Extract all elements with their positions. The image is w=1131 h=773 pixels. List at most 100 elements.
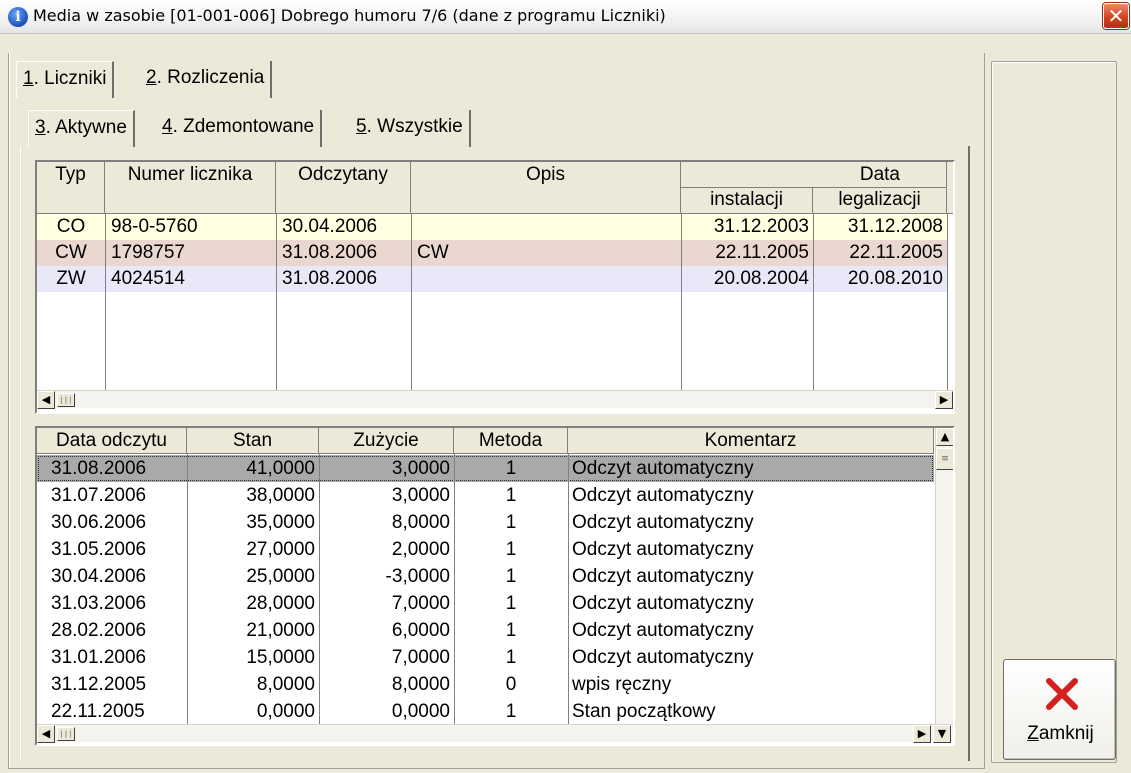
cell-data: 30.04.2006: [51, 566, 147, 587]
close-icon: ✕: [1107, 4, 1125, 28]
scroll-right-icon[interactable]: ▶: [913, 725, 931, 743]
scroll-left-icon[interactable]: ◀: [37, 725, 55, 743]
cell-opis: [411, 268, 681, 290]
tab-rozliczenia[interactable]: 2. Rozliczenia: [140, 61, 273, 98]
scroll-right-icon[interactable]: ▶: [935, 391, 953, 409]
cell-komentarz: Odczyt automatyczny: [572, 485, 754, 506]
reading-row[interactable]: 31.01.2006 15,0000 7,0000 1 Odczyt automatyc…: [37, 644, 934, 671]
cell-zuzycie: 8,0000: [391, 674, 450, 695]
reading-row[interactable]: 31.03.2006 28,0000 7,0000 1 Odczyt automatyc…: [37, 590, 934, 617]
cell-data: 31.01.2006: [51, 647, 147, 668]
cell-odczytany: 30.04.2006: [282, 216, 378, 237]
window-close-button[interactable]: ✕: [1103, 3, 1129, 29]
cell-stan: 35,0000: [246, 512, 315, 533]
cell-data: 31.05.2006: [51, 539, 147, 560]
column-header-typ[interactable]: Typ: [37, 162, 105, 214]
scroll-left-icon[interactable]: ◀: [37, 391, 55, 409]
info-icon: i: [8, 7, 28, 27]
tab-liczniki[interactable]: 1. Liczniki: [16, 61, 115, 98]
cell-metoda: 1: [505, 485, 517, 506]
scroll-thumb[interactable]: |||: [57, 727, 75, 741]
tab-wszystkie-hotkey: 5: [356, 116, 367, 137]
x-icon: [1046, 678, 1078, 710]
cell-zuzycie: 0,0000: [391, 701, 450, 722]
column-divider: [276, 214, 277, 390]
cell-metoda: 1: [505, 593, 517, 614]
tab-rozliczenia-label: . Rozliczenia: [156, 67, 265, 88]
cell-stan: 25,0000: [246, 566, 315, 587]
column-header-metoda[interactable]: Metoda: [454, 428, 568, 454]
title-bar: i Media w zasobie [01-001-006] Dobrego h…: [0, 0, 1131, 34]
cell-typ: ZW: [56, 268, 86, 289]
tab-aktywne-hotkey: 3: [35, 117, 46, 138]
cell-zuzycie: 7,0000: [391, 593, 450, 614]
cell-numer: 98-0-5760: [111, 216, 198, 237]
reading-row[interactable]: 31.07.2006 38,0000 3,0000 1 Odczyt automatyc…: [37, 482, 934, 509]
close-button-hotkey: Z: [1027, 723, 1039, 744]
tab-aktywne[interactable]: 3. Aktywne: [28, 110, 135, 147]
close-button-text: amknij: [1038, 723, 1094, 744]
column-header-data-odczytu[interactable]: Data odczytu: [37, 428, 187, 454]
cell-metoda: 1: [505, 701, 517, 722]
cell-komentarz: Odczyt automatyczny: [572, 647, 754, 668]
readings-hscrollbar[interactable]: ◀ ||| ▶ ▼: [37, 724, 953, 743]
tab-wszystkie[interactable]: 5. Wszystkie: [350, 110, 471, 147]
cell-opis: [411, 216, 681, 238]
close-button[interactable]: Zamknij: [1003, 659, 1116, 760]
cell-komentarz: Odczyt automatyczny: [572, 512, 754, 533]
close-button-label: Zamknij: [1004, 723, 1117, 745]
readings-table: Data odczytu Stan Zużycie Metoda Komenta…: [35, 426, 955, 746]
scroll-thumb[interactable]: |||: [57, 393, 75, 407]
vertical-scroll-thumb[interactable]: ≡: [936, 448, 953, 470]
cell-stan: 27,0000: [246, 539, 315, 560]
readings-vscrollbar[interactable]: ▲ ≡: [935, 428, 953, 724]
meter-row[interactable]: CO 98-0-5760 30.04.2006 31.12.2003 31.12.200…: [37, 214, 947, 240]
scroll-up-icon[interactable]: ▲: [936, 428, 953, 446]
tab-liczniki-label: . Liczniki: [33, 68, 107, 89]
cell-stan: 15,0000: [246, 647, 315, 668]
column-divider: [319, 454, 320, 724]
meter-row[interactable]: CW 1798757 31.08.2006 CW 22.11.2005 22.11.200…: [37, 240, 947, 266]
tab-zdemontowane[interactable]: 4. Zdemontowane: [156, 110, 323, 147]
cell-numer: 4024514: [111, 268, 185, 289]
meter-row[interactable]: ZW 4024514 31.08.2006 20.08.2004 20.08.2010: [37, 266, 947, 292]
reading-row[interactable]: 28.02.2006 21,0000 6,0000 1 Odczyt automatyc…: [37, 617, 934, 644]
meters-hscrollbar[interactable]: ◀ ||| ▶: [37, 390, 953, 409]
cell-odczytany: 31.08.2006: [282, 242, 378, 263]
column-header-stan[interactable]: Stan: [187, 428, 319, 454]
column-divider: [411, 214, 412, 390]
reading-row[interactable]: 31.05.2006 27,0000 2,0000 1 Odczyt automatyc…: [37, 536, 934, 563]
reading-row[interactable]: 31.08.2006 41,0000 3,0000 1 Odczyt automatyc…: [37, 455, 934, 482]
cell-metoda: 1: [505, 512, 517, 533]
cell-data: 30.06.2006: [51, 512, 147, 533]
column-header-zuzycie[interactable]: Zużycie: [319, 428, 454, 454]
column-header-legalizacji[interactable]: legalizacji: [813, 188, 947, 214]
reading-row[interactable]: 30.04.2006 25,0000 -3,0000 1 Odczyt automaty…: [37, 563, 934, 590]
cell-instalacji: 31.12.2003: [713, 216, 809, 237]
reading-row[interactable]: 31.12.2005 8,0000 8,0000 0 wpis ręczny: [37, 671, 934, 698]
cell-zuzycie: 3,0000: [391, 458, 450, 479]
cell-komentarz: Stan początkowy: [572, 701, 716, 722]
reading-row[interactable]: 30.06.2006 35,0000 8,0000 1 Odczyt automatyc…: [37, 509, 934, 536]
reading-row[interactable]: 22.11.2005 0,0000 0,0000 1 Stan początkowy: [37, 698, 934, 725]
cell-opis: CW: [417, 242, 449, 263]
tab-rozliczenia-hotkey: 2: [146, 67, 157, 88]
column-header-komentarz[interactable]: Komentarz: [568, 428, 934, 454]
cell-metoda: 1: [505, 647, 517, 668]
cell-komentarz: wpis ręczny: [572, 674, 672, 695]
column-header-odczytany[interactable]: Odczytany: [276, 162, 411, 214]
cell-metoda: 1: [505, 620, 517, 641]
column-header-numer[interactable]: Numer licznika: [105, 162, 276, 214]
cell-data: 31.08.2006: [51, 458, 147, 479]
cell-stan: 41,0000: [246, 458, 315, 479]
cell-data: 31.03.2006: [51, 593, 147, 614]
column-header-data: Data: [681, 162, 947, 188]
column-header-instalacji[interactable]: instalacji: [681, 188, 813, 214]
column-header-opis[interactable]: Opis: [411, 162, 681, 214]
cell-instalacji: 20.08.2004: [713, 268, 809, 289]
cell-numer: 1798757: [111, 242, 185, 263]
cell-zuzycie: 3,0000: [391, 485, 450, 506]
tab-liczniki-hotkey: 1: [23, 68, 34, 89]
scroll-down-icon[interactable]: ▼: [933, 725, 951, 743]
cell-instalacji: 22.11.2005: [715, 242, 809, 263]
